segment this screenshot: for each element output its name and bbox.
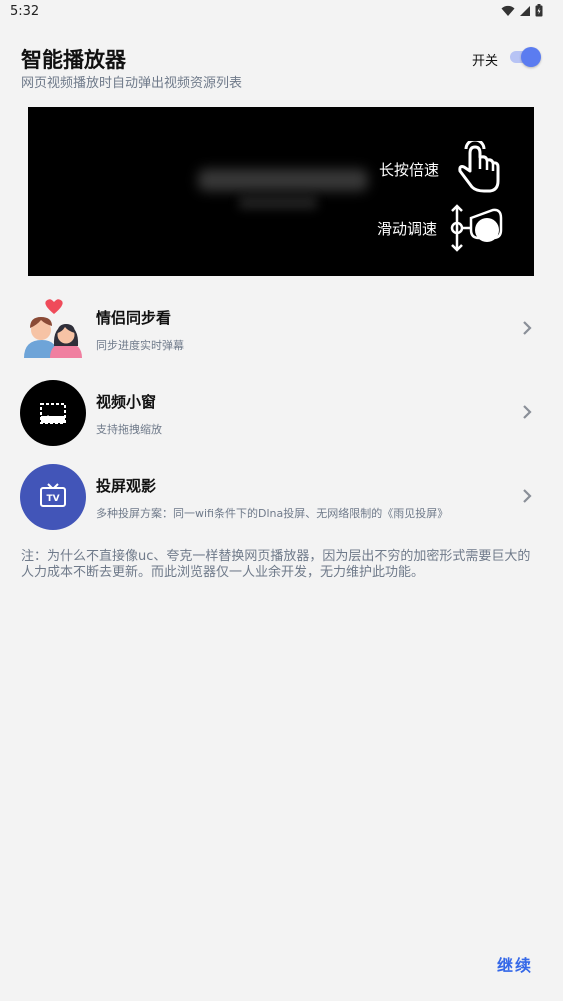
status-bar: 5:32 [0,0,563,24]
tap-hand-icon [458,141,500,193]
feature-couple-watch[interactable]: 情侣同步看 同步进度实时弹幕 [0,292,563,368]
battery-icon [535,4,543,17]
swipe-drag-icon [450,204,503,252]
chevron-right-icon [523,489,532,503]
blurred-video-content [238,197,318,209]
smart-player-toggle[interactable] [508,46,542,68]
toggle-knob [521,47,541,67]
status-time: 5:32 [10,4,40,19]
feature-mini-window[interactable]: 视频小窗 支持拖拽缩放 [0,376,563,452]
feature-title: 情侣同步看 [96,309,172,327]
gesture-label-long-press: 长按倍速 [379,161,440,179]
blurred-video-content [198,169,368,191]
toggle-label: 开关 [472,54,499,69]
feature-desc: 同步进度实时弹幕 [96,339,184,352]
svg-text:TV: TV [46,494,59,504]
continue-button[interactable]: 继续 [497,952,533,976]
gesture-label-swipe: 滑动调速 [377,220,438,238]
feature-desc: 支持拖拽缩放 [96,423,162,436]
couple-icon [24,299,82,358]
note-text: 注：为什么不直接像uc、夸克一样替换网页播放器，因为层出不穷的加密形式需要巨大的… [21,549,531,580]
chevron-right-icon [523,321,532,335]
status-icons [501,4,543,17]
tv-icon: TV [20,464,86,530]
page-subtitle: 网页视频播放时自动弹出视频资源列表 [21,76,243,91]
feature-title: 视频小窗 [96,393,157,411]
feature-screen-cast[interactable]: TV 投屏观影 多种投屏方案：同一wifi条件下的Dlna投屏、无网络限制的《雨… [0,460,563,536]
picture-in-picture-icon [20,380,86,446]
wifi-icon [501,5,515,16]
video-preview: 长按倍速 滑动调速 [28,107,534,276]
chevron-right-icon [523,405,532,419]
page-title: 智能播放器 [21,48,126,72]
feature-desc: 多种投屏方案：同一wifi条件下的Dlna投屏、无网络限制的《雨见投屏》 [96,507,449,520]
signal-icon [520,5,530,16]
feature-title: 投屏观影 [96,477,157,495]
